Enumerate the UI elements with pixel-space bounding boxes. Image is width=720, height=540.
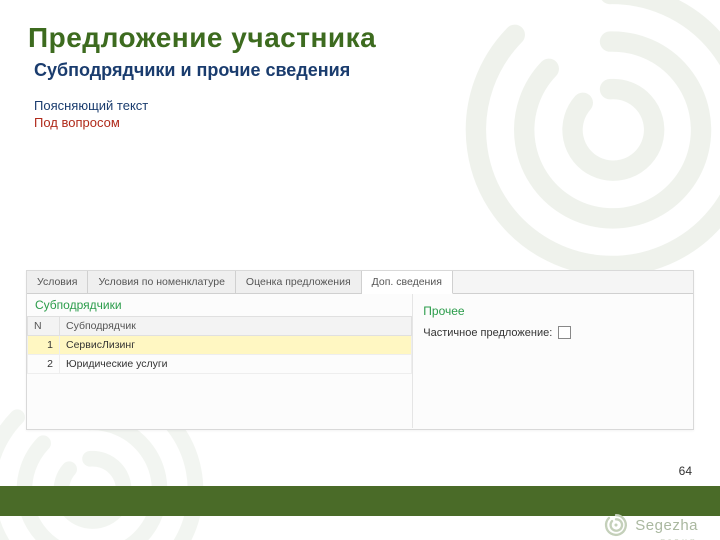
table-row[interactable]: 2 Юридические услуги (28, 355, 412, 374)
subcontractors-table: N Субподрядчик 1 СервисЛизинг 2 Юридичес… (27, 316, 412, 374)
tab-offer-evaluation[interactable]: Оценка предложения (236, 271, 362, 293)
page-number: 64 (679, 464, 692, 478)
partial-offer-checkbox[interactable] (558, 326, 571, 339)
col-header-name[interactable]: Субподрядчик (60, 317, 412, 336)
col-header-n[interactable]: N (28, 317, 60, 336)
tab-additional-info[interactable]: Доп. сведения (362, 271, 453, 294)
brand-logo: Segezha (603, 512, 698, 538)
brand-name: Segezha (635, 517, 698, 534)
decorative-spiral-top (440, 0, 720, 300)
other-pane: Прочее Частичное предложение: (413, 294, 693, 428)
explanatory-text: Поясняющий текст (34, 98, 148, 113)
partial-offer-label: Частичное предложение: (423, 327, 552, 339)
status-text: Под вопросом (34, 115, 120, 130)
table-row[interactable]: 1 СервисЛизинг (28, 336, 412, 355)
subcontractors-pane: Субподрядчики N Субподрядчик 1 СервисЛиз… (27, 294, 413, 428)
subcontractors-heading: Субподрядчики (27, 294, 412, 316)
other-heading: Прочее (423, 300, 683, 322)
tab-bar: Условия Условия по номенклатуре Оценка п… (27, 271, 693, 294)
app-window: Условия Условия по номенклатуре Оценка п… (26, 270, 694, 430)
spiral-icon (603, 512, 629, 538)
brand-subtext: group (660, 536, 698, 540)
tab-nomenclature-conditions[interactable]: Условия по номенклатуре (88, 271, 235, 293)
cell-name: Юридические услуги (60, 355, 412, 374)
cell-n: 1 (28, 336, 60, 355)
tab-conditions[interactable]: Условия (27, 271, 88, 293)
page-title: Предложение участника (28, 22, 376, 54)
cell-name: СервисЛизинг (60, 336, 412, 355)
page-subtitle: Субподрядчики и прочие сведения (34, 60, 350, 81)
cell-n: 2 (28, 355, 60, 374)
